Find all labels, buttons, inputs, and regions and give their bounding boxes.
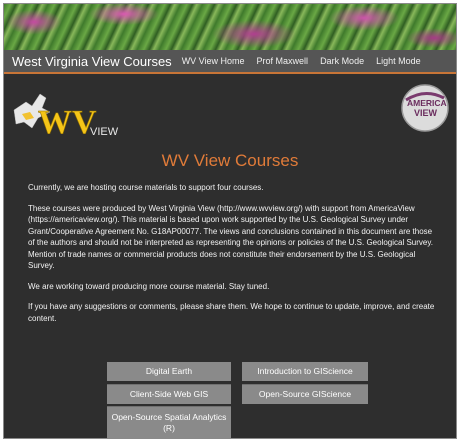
course-button-client-side-web-gis[interactable]: Client-Side Web GIS: [107, 384, 231, 404]
top-navbar: West Virginia View Courses WV View Home …: [4, 50, 456, 74]
page-frame: West Virginia View Courses WV View Home …: [3, 3, 457, 439]
wv-logo-letters: WV: [38, 104, 97, 140]
paragraph-funding: These courses were produced by West Virg…: [28, 203, 433, 271]
intro-content: Currently, we are hosting course materia…: [28, 182, 440, 333]
course-button-open-source-giscience[interactable]: Open-Source GIScience: [242, 384, 368, 404]
page-title: WV View Courses: [161, 151, 299, 170]
course-button-intro-giscience[interactable]: Introduction to GIScience: [242, 362, 368, 381]
paragraph-feedback: If you have any suggestions or comments,…: [28, 302, 435, 323]
av-logo-top: AMERICA: [407, 98, 447, 108]
nav-link-dark-mode[interactable]: Dark Mode: [320, 56, 364, 66]
nav-link-prof-maxwell[interactable]: Prof Maxwell: [257, 56, 309, 66]
americaview-logo: AMERICA VIEW: [401, 84, 449, 132]
nav-link-wv-view-home[interactable]: WV View Home: [182, 56, 245, 66]
course-button-digital-earth[interactable]: Digital Earth: [107, 362, 231, 381]
wv-view-logo: WV VIEW: [13, 93, 119, 140]
satellite-banner-image: [4, 4, 456, 50]
wv-logo-sub: VIEW: [90, 126, 119, 138]
paragraph-intro: Currently, we are hosting course materia…: [28, 183, 264, 192]
av-logo-bottom: VIEW: [414, 108, 438, 118]
course-button-open-source-spatial-analytics[interactable]: Open-Source Spatial Analytics (R): [107, 406, 231, 438]
paragraph-more-coming: We are working toward producing more cou…: [28, 281, 270, 291]
nav-link-light-mode[interactable]: Light Mode: [376, 56, 421, 66]
site-title[interactable]: West Virginia View Courses: [12, 54, 172, 69]
